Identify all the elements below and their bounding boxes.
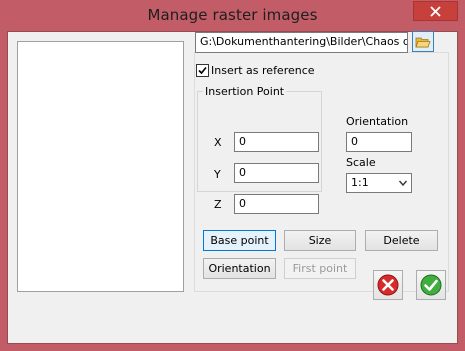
size-button[interactable]: Size [284,230,356,251]
first-point-button[interactable]: First point [284,258,356,279]
window-close-button[interactable] [413,1,458,21]
z-field[interactable]: 0 [234,194,319,214]
delete-button[interactable]: Delete [365,230,438,251]
title-bar: Manage raster images [0,0,465,32]
insertion-point-legend: Insertion Point [203,85,287,98]
browse-button[interactable] [412,31,434,52]
z-label: Z [214,198,222,211]
file-path-field[interactable]: G:\Dokumenthantering\Bilder\Chaos deskt [195,32,408,53]
scale-dropdown[interactable]: 1:1 [346,173,412,193]
base-point-button[interactable]: Base point [203,230,276,251]
close-icon [430,5,441,17]
orientation-field[interactable]: 0 [346,132,412,152]
ok-icon [420,274,442,296]
chevron-down-icon [399,180,407,186]
cancel-icon [377,274,399,296]
y-label: Y [214,168,221,181]
orientation-button[interactable]: Orientation [203,258,276,279]
ok-button[interactable] [416,270,446,300]
insert-as-reference-label: Insert as reference [211,63,315,77]
y-field[interactable]: 0 [234,163,319,183]
cancel-button[interactable] [373,270,403,300]
insert-as-reference-checkbox[interactable] [196,63,209,77]
x-label: X [214,136,222,149]
folder-open-icon [415,37,431,47]
checkmark-icon [198,66,207,74]
x-field[interactable]: 0 [234,132,319,152]
image-preview [17,41,184,292]
scale-label: Scale [346,156,376,169]
orientation-label: Orientation [346,115,409,128]
insert-as-reference-option[interactable]: Insert as reference [196,62,315,78]
window-title: Manage raster images [147,6,318,24]
scale-value: 1:1 [351,176,369,189]
